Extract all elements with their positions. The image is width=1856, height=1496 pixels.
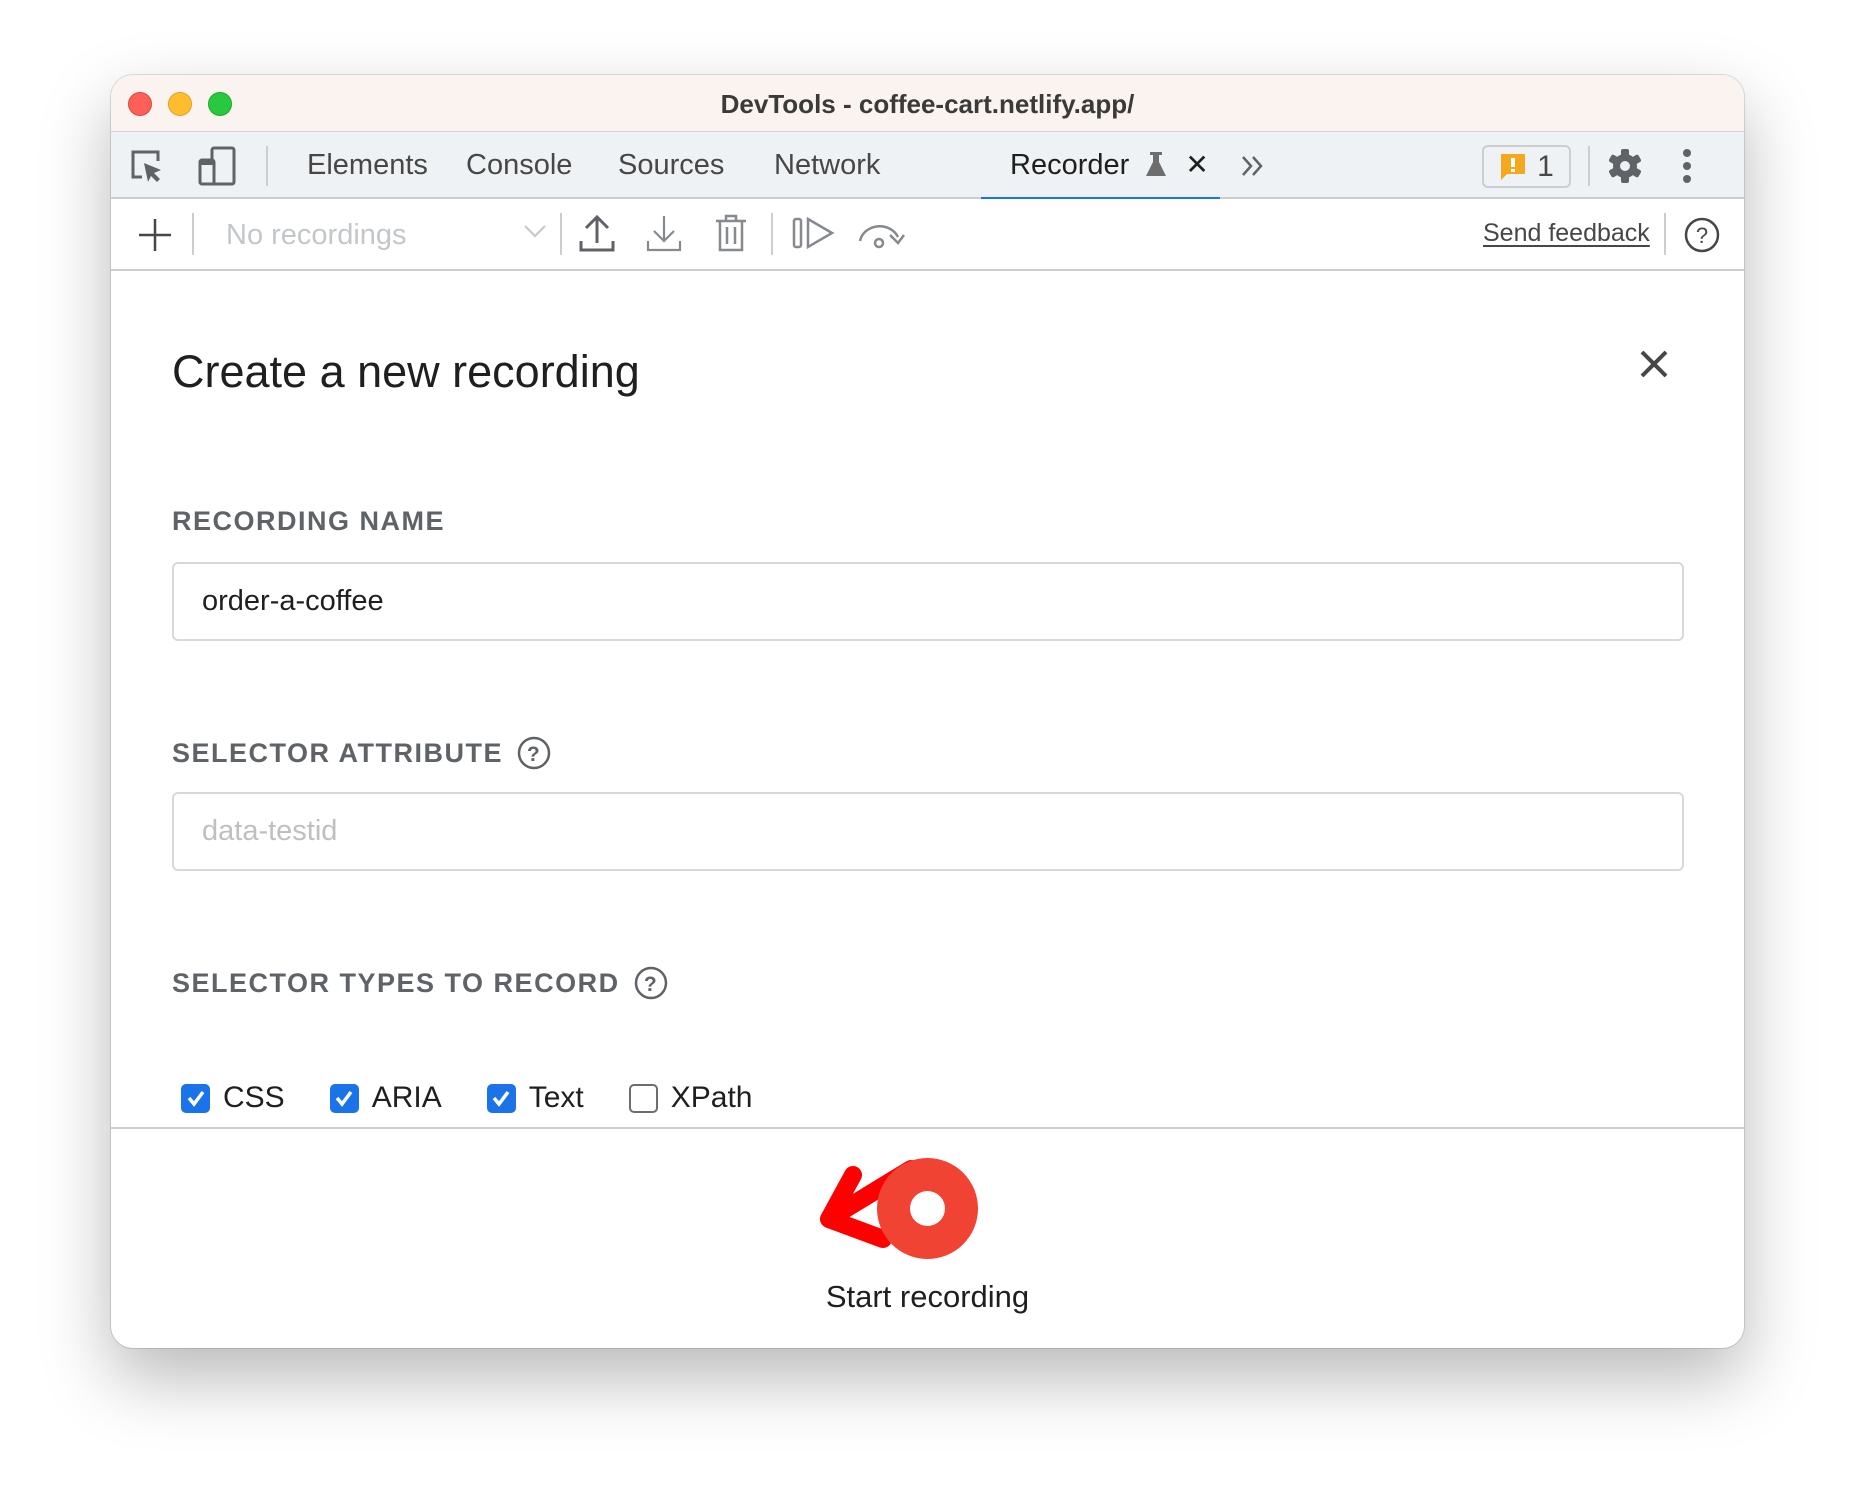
- help-circle-icon[interactable]: ?: [517, 736, 551, 770]
- step-over-icon: [858, 225, 905, 249]
- trash-icon: [716, 214, 746, 252]
- toolbar-divider: [560, 213, 562, 255]
- close-dialog-button[interactable]: [1634, 344, 1674, 384]
- tab-bar-divider: [1588, 146, 1590, 186]
- selector-types-label-text: SELECTOR TYPES TO RECORD: [172, 967, 620, 998]
- device-mode-icon: [198, 146, 236, 186]
- recordings-select[interactable]: No recordings: [226, 211, 556, 259]
- delete-recording-button[interactable]: [711, 213, 751, 253]
- tab-network[interactable]: Network: [745, 132, 909, 199]
- upload-icon: [579, 214, 615, 252]
- selector-types-label: SELECTOR TYPES TO RECORD ?: [172, 966, 668, 1000]
- selector-type-aria[interactable]: ARIA: [329, 1081, 442, 1115]
- svg-text:?: ?: [527, 743, 541, 766]
- selector-attribute-label-text: SELECTOR ATTRIBUTE: [172, 737, 504, 768]
- tab-recorder[interactable]: Recorder ✕: [981, 132, 1220, 201]
- more-options-button[interactable]: [1667, 146, 1707, 186]
- checkbox-css[interactable]: [181, 1083, 210, 1113]
- download-icon: [646, 216, 682, 252]
- help-button[interactable]: ?: [1682, 215, 1722, 255]
- create-recording-form: Create a new recording RECORDING NAME SE…: [111, 271, 1744, 1248]
- export-recording-button[interactable]: [577, 213, 617, 253]
- toolbar-divider: [771, 213, 773, 255]
- tab-network-label: Network: [774, 149, 881, 181]
- checkbox-text-label: Text: [528, 1081, 584, 1114]
- tab-console-label: Console: [466, 149, 573, 181]
- svg-text:?: ?: [1696, 223, 1708, 248]
- tab-recorder-label: Recorder: [1010, 149, 1130, 181]
- selector-type-text[interactable]: Text: [486, 1081, 584, 1115]
- toolbar-divider: [192, 213, 194, 255]
- checkmark-icon: [492, 1090, 510, 1107]
- issues-count: 1: [1537, 149, 1554, 183]
- recordings-select-value: No recordings: [226, 218, 407, 251]
- checkbox-xpath[interactable]: [628, 1083, 658, 1113]
- record-icon: [910, 1191, 945, 1226]
- replay-recording-button[interactable]: [789, 213, 837, 253]
- selector-type-xpath[interactable]: XPath: [628, 1081, 753, 1115]
- tab-elements-label: Elements: [307, 149, 428, 181]
- create-recording-button[interactable]: [135, 215, 175, 255]
- start-recording-label: Start recording: [825, 1279, 1030, 1314]
- selector-types-group: CSS ARIA Text XPath: [181, 1081, 797, 1115]
- checkbox-css-label: CSS: [223, 1081, 285, 1114]
- step-over-button[interactable]: [855, 213, 907, 253]
- help-circle-icon: ?: [1684, 217, 1720, 253]
- footer-divider: [111, 1127, 1744, 1129]
- checkmark-icon: [187, 1090, 204, 1107]
- tab-sources-label: Sources: [618, 149, 725, 181]
- double-chevron-right-icon: [1242, 156, 1263, 176]
- inspect-element-icon: [131, 150, 161, 182]
- start-recording-button[interactable]: [877, 1158, 978, 1259]
- window-title: DevTools - coffee-cart.netlify.app/: [720, 89, 1135, 119]
- inspect-element-button[interactable]: [127, 146, 167, 186]
- selector-attribute-input[interactable]: [172, 792, 1684, 871]
- flask-icon: [1146, 152, 1167, 176]
- svg-text:?: ?: [643, 973, 657, 996]
- toolbar-divider: [1664, 213, 1666, 255]
- checkbox-text[interactable]: [486, 1083, 516, 1113]
- warning-message-icon: [1501, 153, 1526, 180]
- help-circle-icon[interactable]: ?: [634, 966, 668, 1000]
- tab-elements[interactable]: Elements: [278, 132, 457, 199]
- plus-icon: [139, 219, 171, 251]
- checkbox-aria[interactable]: [329, 1083, 359, 1113]
- device-toolbar-button[interactable]: [197, 146, 237, 186]
- title-bar: DevTools - coffee-cart.netlify.app/: [111, 75, 1744, 132]
- gear-icon: [1609, 149, 1641, 183]
- checkbox-xpath-label: XPath: [670, 1081, 753, 1114]
- checkbox-aria-label: ARIA: [371, 1081, 442, 1114]
- more-tabs-button[interactable]: [1233, 146, 1273, 186]
- issues-counter-button[interactable]: 1: [1482, 145, 1571, 188]
- checkmark-icon: [335, 1090, 353, 1107]
- recording-name-label-text: RECORDING NAME: [172, 506, 446, 536]
- close-tab-icon[interactable]: ✕: [1185, 149, 1208, 180]
- dialog-title: Create a new recording: [172, 346, 640, 397]
- tab-sources[interactable]: Sources: [589, 132, 753, 199]
- selector-attribute-label: SELECTOR ATTRIBUTE ?: [172, 736, 551, 770]
- selector-type-css[interactable]: CSS: [181, 1081, 285, 1115]
- tab-bar-divider: [266, 146, 268, 186]
- play-step-icon: [792, 216, 835, 250]
- settings-button[interactable]: [1605, 146, 1645, 186]
- vertical-dots-icon: [1683, 149, 1691, 183]
- chevron-down-icon: [524, 225, 546, 238]
- send-feedback-link[interactable]: Send feedback: [1483, 219, 1650, 248]
- import-recording-button[interactable]: [644, 213, 684, 253]
- panel-tab-bar: Elements Console Sources Network Recorde…: [111, 132, 1744, 201]
- recording-name-input[interactable]: [172, 562, 1684, 641]
- devtools-window: DevTools - coffee-cart.netlify.app/ Elem…: [111, 75, 1744, 1348]
- tab-console[interactable]: Console: [437, 132, 601, 199]
- close-icon: [1640, 350, 1668, 378]
- recording-name-label: RECORDING NAME: [172, 506, 445, 537]
- recorder-toolbar: No recordings Send feedback ?: [111, 199, 1744, 271]
